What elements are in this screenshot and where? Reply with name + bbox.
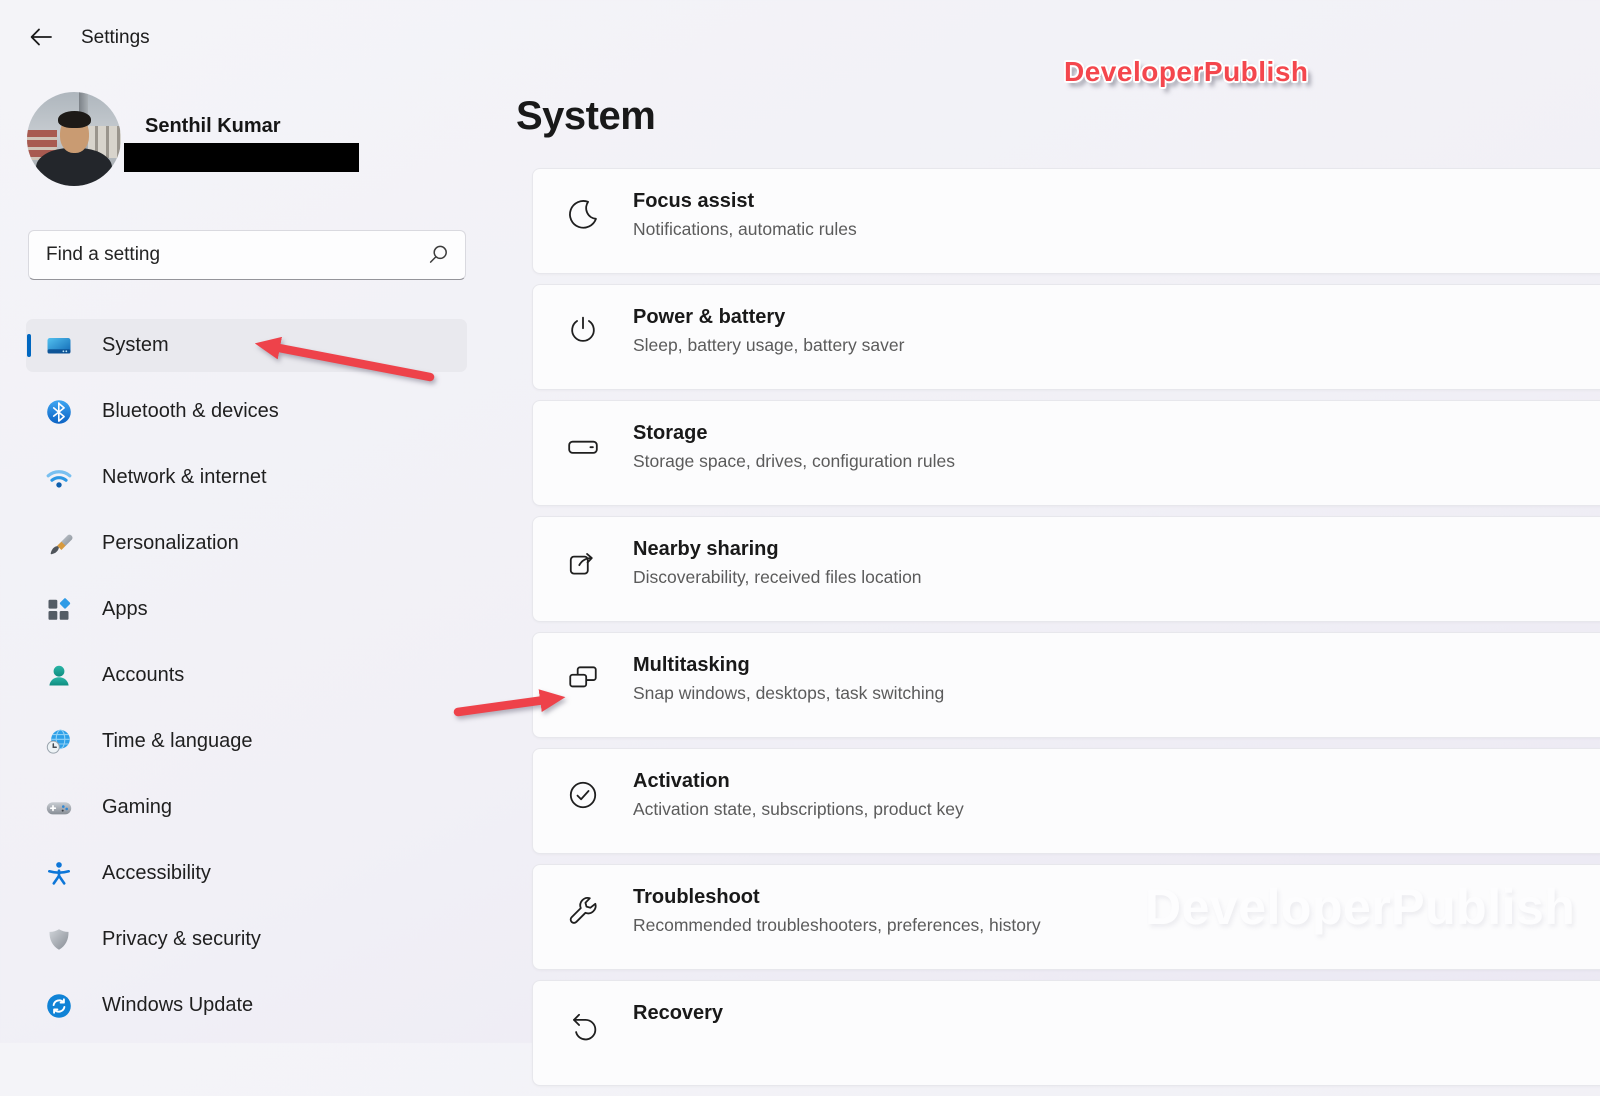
avatar: [27, 92, 121, 186]
card-title: Recovery: [633, 1002, 724, 1024]
personalization-icon: [50, 534, 73, 554]
card-nearby-sharing[interactable]: Nearby sharing Discoverability, received…: [532, 516, 1600, 622]
windows-update-icon: [47, 993, 71, 1018]
sidebar-item-windows-update[interactable]: Windows Update: [26, 979, 467, 1032]
privacy-security-icon: [49, 928, 69, 950]
sidebar-item-label: System: [102, 334, 169, 356]
card-title: Power & battery: [633, 306, 786, 328]
sidebar-item-accounts[interactable]: Accounts: [26, 649, 467, 702]
back-button[interactable]: [28, 25, 54, 49]
settings-card-list: Focus assist Notifications, automatic ru…: [532, 168, 1600, 1096]
sidebar-item-system[interactable]: System: [26, 319, 467, 372]
card-title: Focus assist: [633, 190, 755, 212]
card-title: Storage: [633, 422, 708, 444]
sidebar-item-label: Accounts: [102, 664, 185, 686]
selected-indicator: [27, 334, 31, 357]
focus-assist-icon: [569, 200, 597, 229]
storage-icon: [568, 440, 598, 454]
card-recovery[interactable]: Recovery: [532, 980, 1600, 1086]
card-subtitle: Notifications, automatic rules: [633, 219, 857, 239]
card-subtitle: Sleep, battery usage, battery saver: [633, 335, 905, 355]
recovery-icon: [573, 1013, 597, 1041]
window-title: Settings: [81, 27, 150, 48]
sidebar-item-privacy-security[interactable]: Privacy & security: [26, 913, 467, 966]
card-subtitle: Activation state, subscriptions, product…: [633, 799, 964, 819]
search-box[interactable]: [28, 230, 466, 280]
back-arrow-icon: [30, 28, 52, 46]
bluetooth-icon: [47, 399, 71, 424]
sidebar-item-label: Accessibility: [102, 862, 211, 884]
developerpublish-watermark: DeveloperPublish: [1064, 56, 1309, 87]
card-focus-assist[interactable]: Focus assist Notifications, automatic ru…: [532, 168, 1600, 274]
card-subtitle: Discoverability, received files location: [633, 567, 922, 587]
sidebar-item-label: Network & internet: [102, 466, 267, 488]
card-subtitle: Snap windows, desktops, task switching: [633, 683, 945, 703]
search-icon[interactable]: [427, 244, 449, 266]
windows-settings-window: Settings Senthil Kumar System: [0, 0, 1600, 1086]
sidebar-item-gaming[interactable]: Gaming: [26, 781, 467, 834]
card-title: Troubleshoot: [633, 886, 760, 908]
sidebar-item-label: Apps: [102, 598, 148, 620]
card-title: Multitasking: [633, 654, 750, 676]
sidebar-item-label: Bluetooth & devices: [102, 400, 279, 422]
sidebar-item-label: Privacy & security: [102, 928, 261, 950]
multitasking-icon: [569, 666, 597, 688]
sidebar-item-label: Time & language: [102, 730, 253, 752]
search-input[interactable]: [29, 244, 427, 266]
page-title: System: [516, 94, 656, 138]
activation-icon: [569, 781, 597, 809]
card-title: Nearby sharing: [633, 538, 779, 560]
sidebar-item-bluetooth-devices[interactable]: Bluetooth & devices: [26, 385, 467, 438]
redacted-email-bar: [124, 143, 359, 172]
sidebar-item-apps[interactable]: Apps: [26, 583, 467, 636]
time-language-icon: [46, 728, 70, 754]
network-icon: [46, 469, 72, 488]
sidebar-item-personalization[interactable]: Personalization: [26, 517, 467, 570]
card-subtitle: Storage space, drives, configuration rul…: [633, 451, 955, 471]
sidebar-nav: System Bluetooth & devices Network & int…: [26, 319, 467, 1045]
card-storage[interactable]: Storage Storage space, drives, configura…: [532, 400, 1600, 506]
nearby-sharing-icon: [569, 553, 593, 575]
card-activation[interactable]: Activation Activation state, subscriptio…: [532, 748, 1600, 854]
apps-icon: [48, 597, 71, 620]
card-title: Activation: [633, 770, 730, 792]
card-power-battery[interactable]: Power & battery Sleep, battery usage, ba…: [532, 284, 1600, 390]
sidebar-item-label: Personalization: [102, 532, 239, 554]
sidebar-item-accessibility[interactable]: Accessibility: [26, 847, 467, 900]
sidebar-item-time-language[interactable]: Time & language: [26, 715, 467, 768]
card-subtitle: Recommended troubleshooters, preferences…: [633, 915, 1041, 935]
gaming-icon: [46, 801, 72, 814]
profile-name: Senthil Kumar: [145, 115, 281, 137]
sidebar-item-label: Gaming: [102, 796, 173, 818]
system-icon: [47, 337, 71, 353]
card-multitasking[interactable]: Multitasking Snap windows, desktops, tas…: [532, 632, 1600, 738]
accessibility-icon: [48, 861, 70, 885]
accounts-icon: [49, 665, 69, 685]
sidebar-item-label: Windows Update: [102, 994, 254, 1016]
power-battery-icon: [571, 316, 595, 342]
troubleshoot-icon: [569, 897, 597, 924]
developerpublish-watermark-ghost: DeveloperPublish: [1145, 879, 1576, 935]
sidebar-item-network-internet[interactable]: Network & internet: [26, 451, 467, 504]
